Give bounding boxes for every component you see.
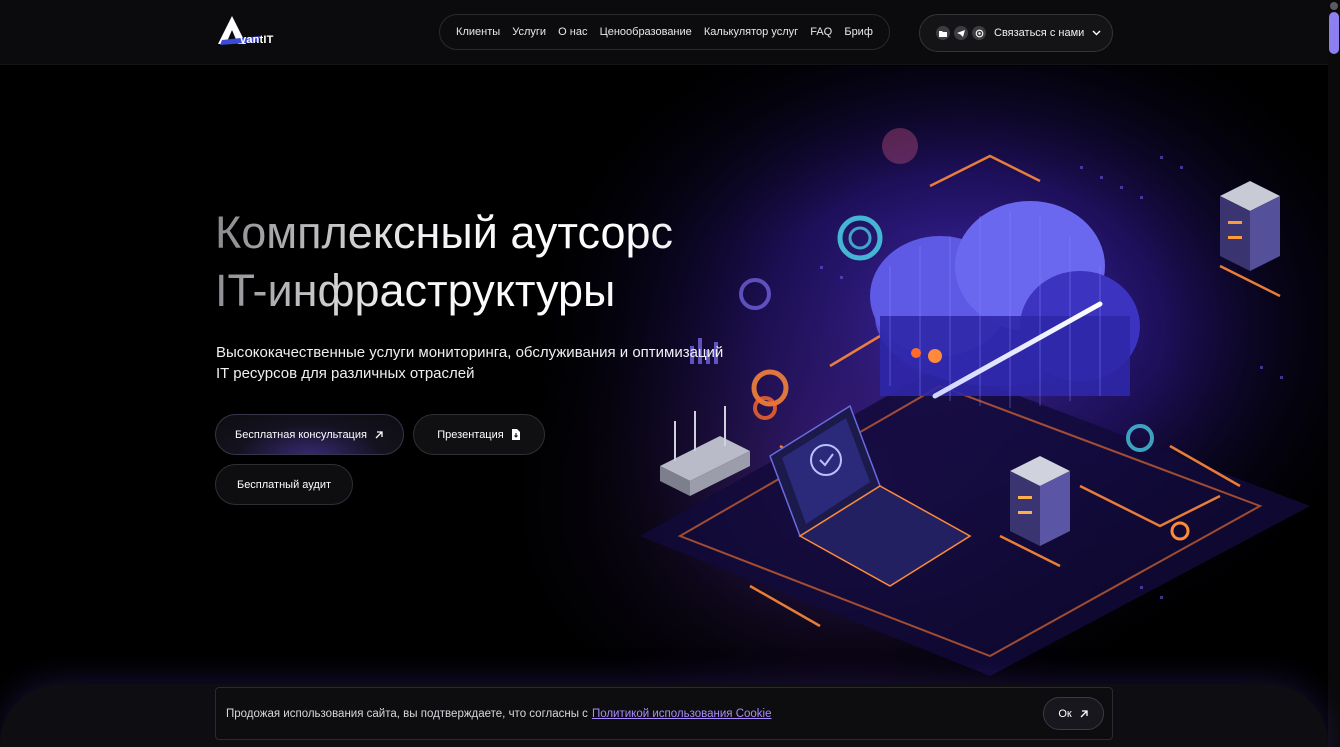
cookie-policy-link[interactable]: Политикой использования Cookie <box>592 708 772 720</box>
contact-us-label: Связаться с нами <box>994 27 1085 39</box>
hero-subtitle-line2: IT ресурсов для различных отраслей <box>216 365 475 382</box>
scrollbar-up-indicator[interactable] <box>1330 2 1338 10</box>
hero-title: Комплексный аутсорс IT-инфраструктуры <box>215 204 835 320</box>
nav-item-calculator[interactable]: Калькулятор услуг <box>704 26 798 38</box>
free-consultation-label: Бесплатная консультация <box>235 428 367 441</box>
telegram-icon <box>954 26 968 40</box>
document-download-icon <box>511 429 521 440</box>
logo-text: vantIT <box>240 34 274 46</box>
presentation-button[interactable]: Презентация <box>413 414 545 455</box>
site-header: vantIT Клиенты Услуги О нас Ценообразова… <box>0 0 1328 65</box>
arrow-up-right-icon <box>374 430 384 440</box>
hero-title-line2: IT-инфраструктуры <box>215 262 835 320</box>
contact-us-button[interactable]: Связаться с нами <box>919 14 1113 52</box>
cookie-ok-label: Ок <box>1058 707 1072 720</box>
free-consultation-button[interactable]: Бесплатная консультация <box>215 414 404 455</box>
cookie-ok-button[interactable]: Ок <box>1043 697 1104 730</box>
nav-item-brief[interactable]: Бриф <box>844 26 873 38</box>
main-nav: Клиенты Услуги О нас Ценообразование Кал… <box>439 14 890 50</box>
chevron-down-icon <box>1092 30 1101 36</box>
nav-item-about[interactable]: О нас <box>558 26 587 38</box>
arrow-up-right-icon <box>1079 709 1089 719</box>
hero-title-line1: Комплексный аутсорс <box>215 204 835 262</box>
logo[interactable]: vantIT <box>218 14 278 48</box>
hero-subtitle-line1: Высококачественные услуги мониторинга, о… <box>216 344 724 361</box>
nav-item-pricing[interactable]: Ценообразование <box>600 26 692 38</box>
scrollbar-track[interactable] <box>1328 0 1340 747</box>
nav-item-clients[interactable]: Клиенты <box>456 26 500 38</box>
nav-item-faq[interactable]: FAQ <box>810 26 832 38</box>
cookie-banner: Продожая использования сайта, вы подтвер… <box>215 687 1113 740</box>
free-audit-button[interactable]: Бесплатный аудит <box>215 464 353 505</box>
hero-subtitle: Высококачественные услуги мониторинга, о… <box>216 342 776 384</box>
nav-item-services[interactable]: Услуги <box>512 26 546 38</box>
scrollbar-thumb[interactable] <box>1329 12 1339 54</box>
whatsapp-icon <box>972 26 986 40</box>
free-audit-label: Бесплатный аудит <box>236 478 332 491</box>
presentation-label: Презентация <box>437 428 504 441</box>
folder-icon <box>936 26 950 40</box>
cookie-text: Продожая использования сайта, вы подтвер… <box>226 707 588 720</box>
